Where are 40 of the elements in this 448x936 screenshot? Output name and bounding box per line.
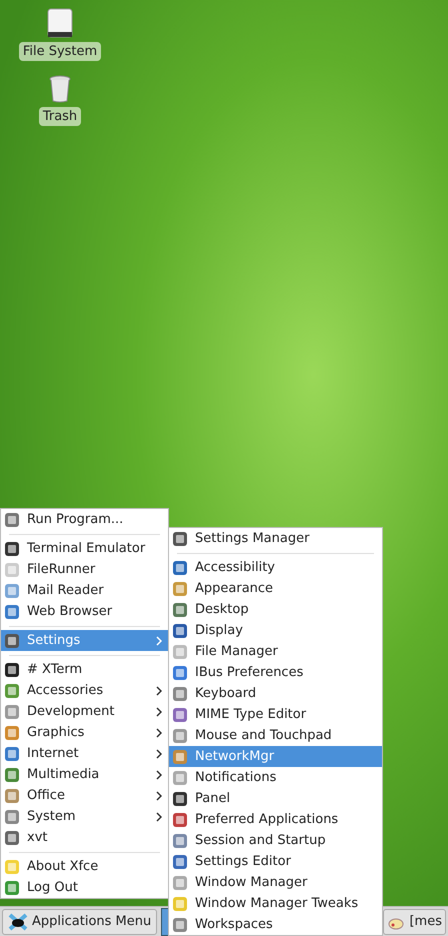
trash-icon[interactable]: [48, 75, 71, 103]
menu-item[interactable]: Web Browser: [1, 601, 168, 622]
window-button[interactable]: [mes: [383, 908, 446, 934]
menu-item[interactable]: Mouse and Touchpad: [169, 725, 382, 746]
menu-item[interactable]: Multimedia: [1, 764, 168, 785]
menu-item[interactable]: Office: [1, 785, 168, 806]
hard-drive-icon[interactable]: [47, 8, 73, 38]
applications-menu-button[interactable]: Applications Menu: [2, 908, 158, 934]
menu-item[interactable]: xvt: [1, 827, 168, 848]
menu-item[interactable]: Log Out: [1, 877, 168, 898]
menu-item[interactable]: # XTerm: [1, 659, 168, 680]
menu-item[interactable]: Accessibility: [169, 557, 382, 578]
menu-item[interactable]: Graphics: [1, 722, 168, 743]
menu-item[interactable]: Mail Reader: [1, 580, 168, 601]
menu-item[interactable]: Workspaces: [169, 914, 382, 935]
menu-item[interactable]: MIME Type Editor: [169, 704, 382, 725]
menu-item[interactable]: Settings Manager: [169, 528, 382, 549]
menu-item[interactable]: Session and Startup: [169, 830, 382, 851]
menu-item[interactable]: Internet: [1, 743, 168, 764]
menu-item[interactable]: IBus Preferences: [169, 662, 382, 683]
menu-item[interactable]: About Xfce: [1, 856, 168, 877]
menu-item[interactable]: Keyboard: [169, 683, 382, 704]
menu-item[interactable]: Terminal Emulator: [1, 538, 168, 559]
menu-item[interactable]: Desktop: [169, 599, 382, 620]
menu-item[interactable]: Appearance: [169, 578, 382, 599]
menu-item[interactable]: Accessories: [1, 680, 168, 701]
menu-item[interactable]: Settings Editor: [169, 851, 382, 872]
menu-item[interactable]: Run Program...: [1, 509, 168, 530]
menu-item[interactable]: Development: [1, 701, 168, 722]
menu-item[interactable]: FileRunner: [1, 559, 168, 580]
desktop-icon-label[interactable]: File System: [18, 42, 102, 61]
menu-item[interactable]: Panel: [169, 788, 382, 809]
menu-item[interactable]: System: [1, 806, 168, 827]
desktop-icon-label[interactable]: Trash: [38, 107, 82, 126]
menu-item[interactable]: Window Manager: [169, 872, 382, 893]
menu-item[interactable]: File Manager: [169, 641, 382, 662]
menu-item[interactable]: Window Manager Tweaks: [169, 893, 382, 914]
menu-item[interactable]: Preferred Applications: [169, 809, 382, 830]
menu-item[interactable]: Notifications: [169, 767, 382, 788]
menu-item[interactable]: Display: [169, 620, 382, 641]
